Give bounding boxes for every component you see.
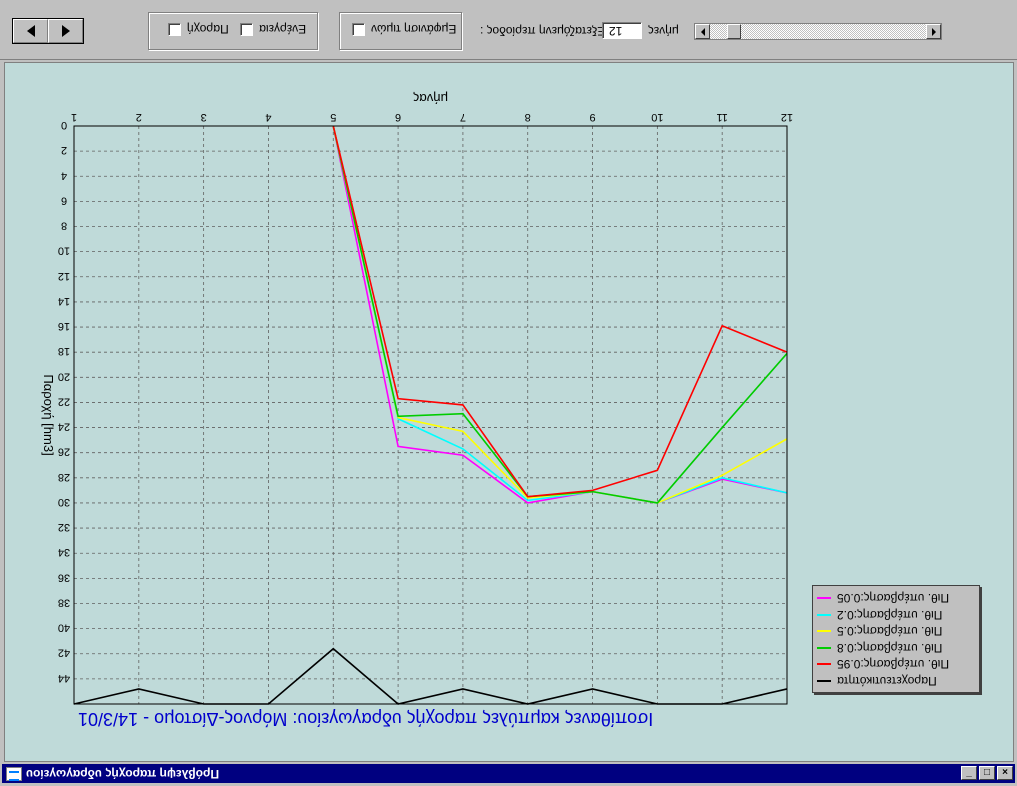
legend-item: Πιθ. υπέρβασης:0.2 <box>817 607 975 624</box>
paroxi-checkbox[interactable]: Παροχή <box>168 22 229 36</box>
legend-item: Πιθ. υπέρβασης:0.95 <box>817 656 975 673</box>
y-tick-label: 44 <box>58 672 70 684</box>
energeia-checkbox[interactable]: Ενέργεια <box>240 22 306 36</box>
y-tick-label: 32 <box>58 521 70 533</box>
window-title: Πρόβλεψη παροχής υδραγωγείου <box>26 766 220 781</box>
y-tick-label: 8 <box>61 220 67 232</box>
period-scrollbar[interactable] <box>694 23 942 40</box>
x-tick-label: 11 <box>716 111 727 123</box>
period-label: Εξεταζόμενη περίοδος : <box>480 24 606 38</box>
x-tick-label: 9 <box>589 111 595 123</box>
y-tick-label: 20 <box>58 370 70 382</box>
show-values-label: Εμφάνιση τιμών <box>371 22 457 36</box>
y-tick-label: 2 <box>61 144 67 156</box>
x-tick-label: 5 <box>330 111 336 123</box>
chart-title: Ισοπίθανες καμπύλες παροχής υδραγωγείου:… <box>78 709 654 729</box>
legend-label: Πιθ. υπέρβασης:0.05 <box>837 591 950 606</box>
prev-button[interactable] <box>13 19 48 43</box>
legend-item: Παροχετευτικότητα <box>817 673 975 690</box>
arrow-right-icon <box>61 25 70 37</box>
checkbox-box[interactable] <box>168 22 181 36</box>
legend-swatch <box>817 663 831 666</box>
x-tick-label: 10 <box>651 111 663 123</box>
y-tick-label: 28 <box>58 471 70 483</box>
y-tick-label: 0 <box>61 119 67 131</box>
y-tick-label: 40 <box>58 622 70 634</box>
toolbar: Παροχή Ενέργεια Εμφάνιση τιμών Εξεταζόμε… <box>0 0 1017 60</box>
scroll-right-button[interactable] <box>926 24 941 39</box>
y-tick-label: 24 <box>58 421 70 433</box>
nav-button-group <box>12 18 84 44</box>
window-controls: _ □ × <box>961 766 1013 780</box>
y-tick-label: 34 <box>58 546 70 558</box>
y-tick-label: 26 <box>58 446 70 458</box>
x-tick-label: 3 <box>201 111 207 123</box>
y-tick-label: 18 <box>58 345 70 357</box>
arrow-left-icon <box>26 25 35 37</box>
x-tick-label: 1 <box>71 111 77 123</box>
next-button[interactable] <box>48 19 83 43</box>
y-tick-labels: 0246810121416182022242628303234363840424… <box>58 119 70 684</box>
legend-label: Παροχετευτικότητα <box>837 673 937 688</box>
x-axis-label: μήνας <box>413 91 448 106</box>
x-tick-labels: 1 2 3 4 5 6 7 8 9 10 11 12 <box>71 111 793 123</box>
y-tick-label: 42 <box>58 647 70 659</box>
legend-swatch <box>817 597 831 600</box>
legend-swatch <box>817 679 831 682</box>
scroll-left-button[interactable] <box>695 24 710 39</box>
energeia-label: Ενέργεια <box>259 22 307 36</box>
x-tick-label: 8 <box>525 111 531 123</box>
legend-item: Πιθ. υπέρβασης:0.5 <box>817 623 975 640</box>
series-line <box>332 125 788 504</box>
chart-legend: Πιθ. υπέρβασης:0.05 Πιθ. υπέρβασης:0.2 Π… <box>812 585 980 693</box>
period-input[interactable]: 12 <box>602 22 642 39</box>
y-tick-label: 36 <box>58 571 70 583</box>
y-axis-label: Παροχή [hm3] <box>41 374 56 455</box>
series-line <box>73 647 788 705</box>
y-tick-label: 14 <box>58 295 70 307</box>
y-tick-label: 12 <box>58 270 70 282</box>
y-tick-label: 4 <box>61 169 67 181</box>
arrow-left-icon <box>700 27 705 36</box>
minimize-icon: _ <box>966 767 972 778</box>
x-tick-label: 7 <box>460 111 466 123</box>
period-value: 12 <box>609 24 623 38</box>
y-tick-label: 38 <box>58 596 70 608</box>
paroxi-label: Παροχή <box>187 22 229 36</box>
x-tick-label: 2 <box>136 111 142 123</box>
close-icon: × <box>1002 767 1008 778</box>
y-tick-label: 6 <box>61 194 67 206</box>
arrow-right-icon <box>931 27 936 36</box>
legend-label: Πιθ. υπέρβασης:0.8 <box>837 640 943 655</box>
maximize-icon: □ <box>983 767 991 778</box>
show-values-checkbox[interactable]: Εμφάνιση τιμών <box>352 22 456 36</box>
legend-label: Πιθ. υπέρβασης:0.95 <box>837 657 950 672</box>
scroll-thumb[interactable] <box>727 24 741 39</box>
x-tick-label: 4 <box>265 111 271 123</box>
series-line <box>332 125 788 498</box>
chart-series <box>73 125 788 705</box>
window-titlebar[interactable]: Πρόβλεψη παροχής υδραγωγείου _ □ × <box>2 764 1015 783</box>
close-button[interactable]: × <box>997 766 1013 780</box>
y-tick-label: 22 <box>58 395 70 407</box>
legend-item: Πιθ. υπέρβασης:0.8 <box>817 640 975 657</box>
app-icon <box>6 766 22 781</box>
minimize-button[interactable]: _ <box>961 766 977 780</box>
window-frame: Πρόβλεψη παροχής υδραγωγείου _ □ × <box>0 762 1017 786</box>
y-tick-label: 10 <box>58 245 70 257</box>
checkbox-box[interactable] <box>352 22 365 36</box>
legend-item: Πιθ. υπέρβασης:0.05 <box>817 590 975 607</box>
x-tick-label: 6 <box>395 111 401 123</box>
legend-swatch <box>817 630 831 633</box>
legend-swatch <box>817 646 831 649</box>
y-tick-label: 30 <box>58 496 70 508</box>
x-tick-label: 12 <box>781 111 793 123</box>
legend-swatch <box>817 613 831 616</box>
legend-label: Πιθ. υπέρβασης:0.5 <box>837 624 943 639</box>
maximize-button[interactable]: □ <box>979 766 995 780</box>
y-tick-label: 16 <box>58 320 70 332</box>
checkbox-box[interactable] <box>240 22 253 36</box>
legend-label: Πιθ. υπέρβασης:0.2 <box>837 607 943 622</box>
months-unit-label: μήνες <box>648 24 679 38</box>
